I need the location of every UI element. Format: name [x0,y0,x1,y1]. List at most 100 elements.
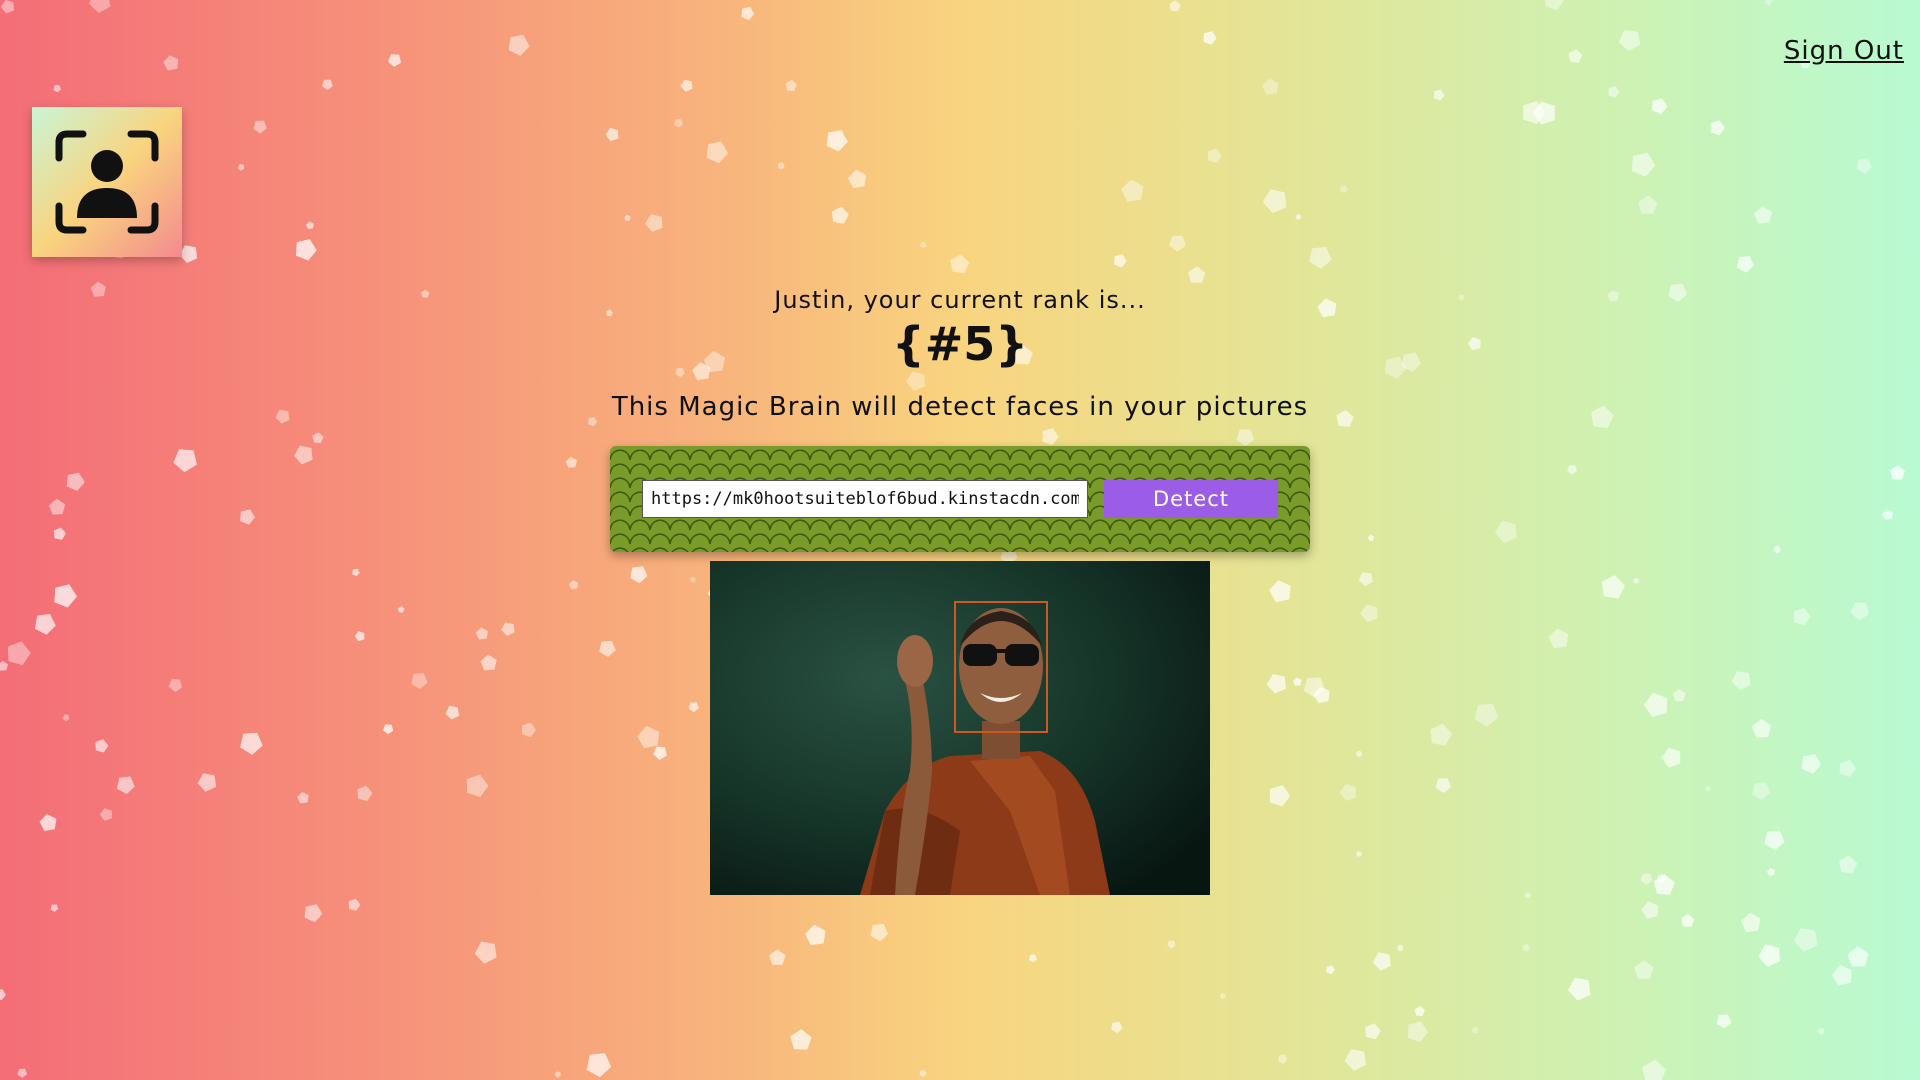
particle [99,808,112,821]
particle [1773,545,1782,554]
particle [39,814,57,831]
particle [1495,521,1517,544]
detected-image [710,561,1210,895]
particle [1430,723,1452,746]
particle [1262,189,1287,214]
particle [637,726,660,749]
particle [1758,944,1781,967]
particle [398,606,405,613]
particle [906,371,926,391]
particle [674,119,684,128]
sign-out-link[interactable]: Sign Out [1784,36,1904,66]
particle [630,566,648,584]
particle [1367,534,1374,542]
particle [1545,0,1565,11]
particle [89,0,111,13]
particle [1601,575,1625,599]
particle [240,732,263,755]
particle [1326,965,1335,975]
particle [240,509,256,525]
particle [790,1029,812,1050]
particle [1766,867,1775,876]
particle [1433,89,1445,101]
particle [1631,152,1656,177]
particle [1111,1021,1123,1034]
particle [62,714,70,722]
particle [1752,782,1771,801]
particle [480,654,497,671]
particle [1710,120,1725,136]
particle [1474,703,1499,727]
particle [565,456,577,468]
particle [805,924,826,946]
particle [1764,0,1773,6]
particle [1303,677,1325,698]
particle [706,141,729,164]
particle [173,449,197,473]
particle [1850,602,1869,621]
particle [870,924,889,942]
particle [1731,671,1751,691]
particle [950,254,970,274]
particle [1524,892,1532,899]
particle [848,169,867,189]
particle [312,432,324,444]
detect-button[interactable]: Detect [1104,480,1278,518]
particle [411,673,428,690]
particle [645,214,663,232]
particle [354,631,365,642]
particle [522,722,536,738]
particle [1188,266,1206,283]
particle [1522,944,1530,952]
particle [253,120,267,134]
particle [1657,873,1667,883]
particle [1309,246,1332,269]
particle [1567,977,1591,1001]
particle [1801,754,1822,774]
particle [1293,677,1302,686]
particle [1754,206,1772,224]
particle [322,79,333,91]
rank-message: Justin, your current rank is... [774,286,1146,314]
particle [1355,750,1363,758]
particle [53,84,62,93]
particle [605,127,619,142]
particle [1882,509,1893,520]
image-url-input[interactable] [642,480,1088,518]
face-bounding-box [954,601,1048,733]
particle [568,580,579,590]
particle [1568,49,1583,63]
particle [1681,913,1695,927]
particle [1638,195,1658,214]
particle [1716,1014,1732,1029]
particle [1042,428,1059,446]
particle [0,0,15,14]
particle [1360,604,1378,623]
particle [306,221,314,229]
particle [0,989,6,1001]
particle [501,622,515,637]
particle [1839,759,1857,778]
particle [1358,572,1373,587]
particle [1167,940,1176,949]
particle [466,774,489,798]
particle [1313,686,1330,704]
particle [1548,628,1569,649]
particle [1207,148,1222,163]
tagline: This Magic Brain will detect faces in yo… [611,392,1309,422]
particle [197,773,217,792]
particle [1372,952,1391,971]
particle [0,660,8,671]
particle [1340,185,1348,194]
particle [1652,98,1668,115]
particle [1817,1028,1825,1035]
particle [1661,747,1681,768]
particle [1741,912,1761,933]
particle [1641,901,1659,919]
particle [653,746,667,760]
particle [50,904,59,912]
particle [1203,31,1217,45]
particle [586,1053,612,1078]
particle [1705,785,1711,792]
particle [474,941,497,964]
